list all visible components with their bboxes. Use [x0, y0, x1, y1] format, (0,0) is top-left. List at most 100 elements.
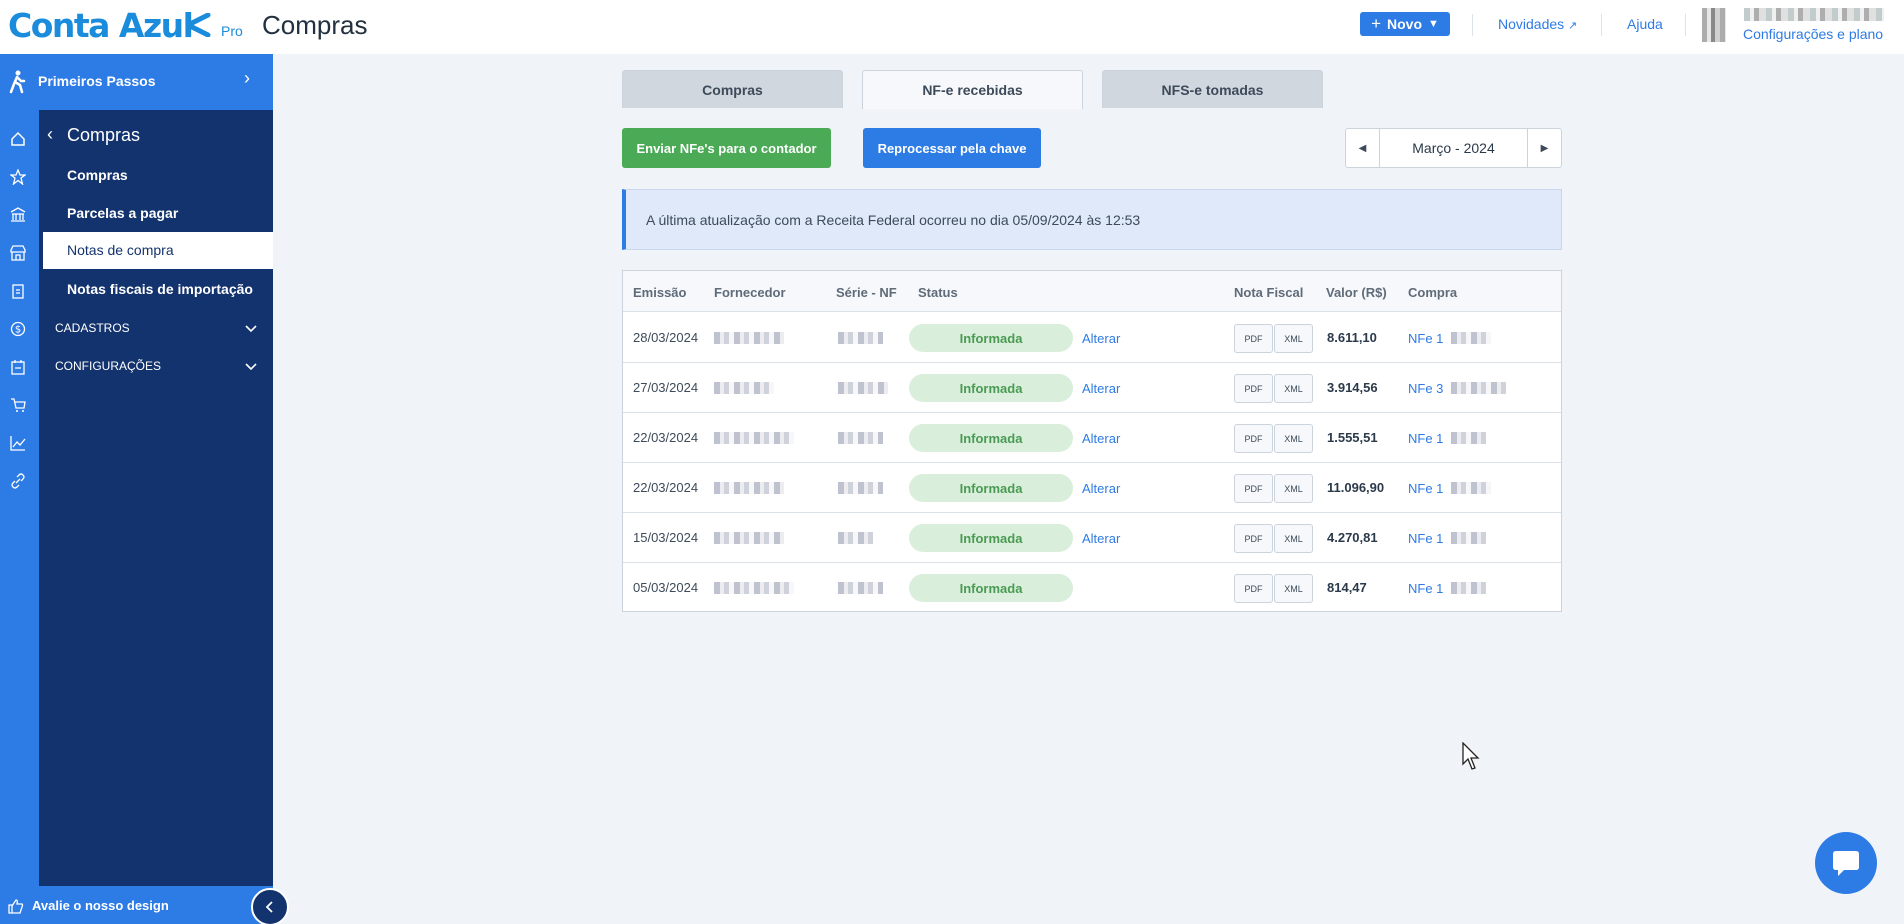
valor-cell: 8.611,10 [1327, 330, 1377, 345]
walking-person-icon [9, 70, 26, 94]
prev-month-button[interactable]: ◀ [1346, 129, 1380, 167]
series-redacted [838, 382, 888, 394]
col-emissao[interactable]: Emissão [633, 285, 686, 300]
avatar[interactable] [1702, 8, 1726, 42]
chart-icon[interactable] [5, 430, 31, 456]
store-icon[interactable] [5, 240, 31, 266]
pdf-button[interactable]: PDF [1234, 474, 1273, 503]
pdf-button[interactable]: PDF [1234, 524, 1273, 553]
chat-bubble-icon [1833, 851, 1859, 876]
col-fornecedor[interactable]: Fornecedor [714, 285, 786, 300]
feedback-label: Avalie o nosso design [32, 898, 169, 913]
feedback-bar[interactable]: Avalie o nosso design [0, 886, 273, 924]
tab-nfe-recebidas[interactable]: NF-e recebidas [862, 70, 1083, 109]
table-row: 22/03/2024 Informada Alterar PDF XML 1.555,51… [623, 413, 1561, 463]
sidebar-item-notas-compra[interactable]: Notas de compra [43, 232, 273, 269]
chat-button[interactable] [1815, 832, 1877, 894]
alterar-link[interactable]: Alterar [1082, 481, 1120, 496]
col-nota[interactable]: Nota Fiscal [1234, 285, 1303, 300]
table-row: 22/03/2024 Informada Alterar PDF XML 11.096,9… [623, 463, 1561, 513]
bank-icon[interactable] [5, 202, 31, 228]
alterar-link[interactable]: Alterar [1082, 381, 1120, 396]
home-icon[interactable] [5, 126, 31, 152]
xml-button[interactable]: XML [1274, 424, 1313, 453]
compra-link[interactable]: NFe 1 [1408, 331, 1443, 346]
ajuda-link[interactable]: Ajuda [1627, 16, 1663, 32]
chevron-down-icon[interactable] [244, 359, 258, 373]
tab-compras[interactable]: Compras [622, 70, 843, 108]
compra-redacted [1451, 482, 1491, 494]
logo-mark-icon [187, 13, 211, 37]
chevron-right-icon: › [244, 68, 250, 88]
reprocess-button[interactable]: Reprocessar pela chave [863, 128, 1041, 168]
compra-redacted [1451, 532, 1486, 544]
plan-badge: Pro [221, 23, 243, 39]
valor-cell: 1.555,51 [1327, 430, 1378, 445]
chevron-down-icon[interactable] [244, 321, 258, 335]
status-badge: Informada [909, 424, 1073, 452]
pdf-button[interactable]: PDF [1234, 424, 1273, 453]
col-status[interactable]: Status [918, 285, 958, 300]
valor-cell: 4.270,81 [1327, 530, 1378, 545]
emissao-date: 15/03/2024 [633, 530, 699, 545]
supplier-redacted [714, 582, 794, 594]
dollar-icon[interactable]: $ [5, 316, 31, 342]
status-badge: Informada [909, 524, 1073, 552]
brand-logo[interactable]: Conta Azul [8, 6, 194, 45]
cart-icon[interactable] [5, 392, 31, 418]
sidebar-item-parcelas[interactable]: Parcelas a pagar [67, 205, 178, 221]
star-icon[interactable] [5, 164, 31, 190]
new-button[interactable]: + Novo ▼ [1360, 12, 1450, 36]
alterar-link[interactable]: Alterar [1082, 431, 1120, 446]
pdf-button[interactable]: PDF [1234, 324, 1273, 353]
status-badge: Informada [909, 474, 1073, 502]
compra-redacted [1451, 332, 1491, 344]
pdf-button[interactable]: PDF [1234, 574, 1273, 603]
valor-cell: 3.914,56 [1327, 380, 1378, 395]
icon-rail: $ [0, 110, 39, 886]
compra-link[interactable]: NFe 1 [1408, 481, 1443, 496]
xml-button[interactable]: XML [1274, 374, 1313, 403]
pdf-button[interactable]: PDF [1234, 374, 1273, 403]
collapse-sidebar-button[interactable] [251, 888, 289, 924]
tab-nfse-tomadas[interactable]: NFS-e tomadas [1102, 70, 1323, 108]
send-accountant-button[interactable]: Enviar NFe's para o contador [622, 128, 831, 168]
divider [1601, 14, 1602, 36]
sidebar-group-configuracoes[interactable]: CONFIGURAÇÕES [55, 359, 161, 373]
supplier-redacted [714, 382, 774, 394]
info-banner: A última atualização com a Receita Feder… [622, 189, 1562, 250]
series-redacted [838, 582, 883, 594]
xml-button[interactable]: XML [1274, 574, 1313, 603]
sidebar-item-notas-importacao[interactable]: Notas fiscais de importação [67, 281, 253, 297]
xml-button[interactable]: XML [1274, 324, 1313, 353]
status-badge: Informada [909, 374, 1073, 402]
compra-link[interactable]: NFe 1 [1408, 531, 1443, 546]
col-compra[interactable]: Compra [1408, 285, 1457, 300]
xml-button[interactable]: XML [1274, 524, 1313, 553]
top-bar: Conta Azul Pro Compras + Novo ▼ Novidade… [0, 0, 1904, 54]
xml-button[interactable]: XML [1274, 474, 1313, 503]
col-serie[interactable]: Série - NF [836, 285, 897, 300]
compra-link[interactable]: NFe 3 [1408, 381, 1443, 396]
compra-redacted [1451, 582, 1486, 594]
sidebar-item-compras[interactable]: Compras [67, 167, 128, 183]
alterar-link[interactable]: Alterar [1082, 331, 1120, 346]
next-month-button[interactable]: ▶ [1527, 129, 1561, 167]
period-selector: ◀ Março - 2024 ▶ [1345, 128, 1562, 168]
invoice-icon[interactable] [5, 354, 31, 380]
chevron-left-icon [265, 901, 273, 913]
chevron-left-icon[interactable]: ‹ [47, 124, 53, 145]
new-button-label: Novo [1387, 16, 1423, 32]
link-icon[interactable] [5, 468, 31, 494]
sidebar-group-cadastros[interactable]: CADASTROS [55, 321, 130, 335]
svg-text:$: $ [15, 325, 21, 336]
config-plan-link[interactable]: Configurações e plano [1743, 26, 1883, 42]
col-valor[interactable]: Valor (R$) [1326, 285, 1387, 300]
compra-link[interactable]: NFe 1 [1408, 581, 1443, 596]
onboarding-item[interactable]: Primeiros Passos › [0, 54, 273, 110]
alterar-link[interactable]: Alterar [1082, 531, 1120, 546]
compra-link[interactable]: NFe 1 [1408, 431, 1443, 446]
novidades-link[interactable]: Novidades ↗ [1498, 16, 1577, 32]
clipboard-icon[interactable] [5, 278, 31, 304]
series-redacted [838, 532, 873, 544]
